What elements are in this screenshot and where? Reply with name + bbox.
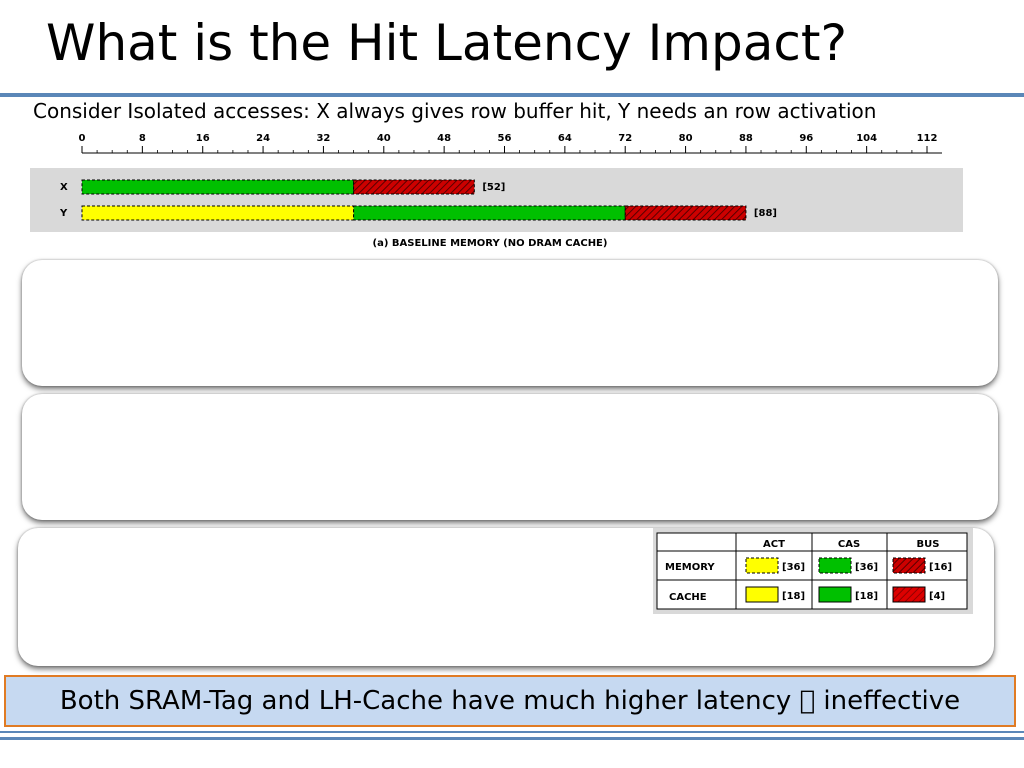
content-panel-1 [22, 260, 998, 386]
legend-swatch-cache-act [745, 586, 779, 603]
conclusion-banner: Both SRAM-Tag and LH-Cache have much hig… [4, 675, 1016, 727]
legend-value-cache-cas: [18] [855, 591, 878, 602]
x-tick-label: 40 [377, 133, 391, 144]
content-panel-2 [22, 394, 998, 520]
legend-header-bus: BUS [917, 539, 940, 550]
footer-divider-1 [0, 731, 1024, 733]
x-axis: 0 8 16 24 32 40 48 56 64 72 80 88 96 104 112 [79, 133, 942, 154]
legend-swatch-memory-bus [892, 557, 926, 574]
bar-x-bus [353, 179, 475, 195]
legend-value-memory-bus: [16] [929, 562, 952, 573]
chart-background [30, 168, 963, 232]
legend-row-cache: CACHE [669, 592, 707, 603]
legend-value-memory-cas: [36] [855, 562, 878, 573]
row-total-y: [88] [754, 208, 777, 219]
legend-header-act: ACT [763, 539, 785, 550]
legend-row-memory: MEMORY [665, 562, 715, 573]
x-tick-label: 112 [917, 133, 938, 144]
bar-y-act [81, 205, 355, 221]
x-tick-label: 32 [316, 133, 330, 144]
legend-table: ACT CAS BUS MEMORY CACHE [36] [36] [16] … [656, 532, 968, 610]
x-tick-label: 88 [739, 133, 753, 144]
x-tick-label: 80 [679, 133, 693, 144]
legend-header-cas: CAS [838, 539, 860, 550]
x-tick-label: 104 [856, 133, 877, 144]
x-tick-label: 8 [139, 133, 146, 144]
x-tick-label: 24 [256, 133, 270, 144]
x-tick-label: 48 [437, 133, 451, 144]
conclusion-text: Both SRAM-Tag and LH-Cache have much hig… [60, 686, 960, 716]
x-tick-label: 16 [196, 133, 210, 144]
row-total-x: [52] [482, 182, 505, 193]
bar-x-cas [81, 179, 355, 195]
chart-caption: (a) BASELINE MEMORY (NO DRAM CACHE) [373, 238, 608, 249]
row-label-x: X [60, 182, 68, 193]
legend-swatch-memory-act [745, 557, 779, 574]
footer-divider-2 [0, 737, 1024, 740]
legend-value-cache-act: [18] [782, 591, 805, 602]
bar-y-cas [353, 205, 626, 221]
x-tick-label: 72 [618, 133, 632, 144]
legend-swatch-cache-cas [818, 586, 852, 603]
x-tick-label: 0 [79, 133, 86, 144]
legend-value-memory-act: [36] [782, 562, 805, 573]
x-tick-label: 64 [558, 133, 572, 144]
row-label-y: Y [59, 208, 68, 219]
legend-value-cache-bus: [4] [929, 591, 945, 602]
legend-swatch-cache-bus [892, 586, 926, 603]
x-tick-label: 96 [799, 133, 813, 144]
legend-swatch-memory-cas [818, 557, 852, 574]
bar-y-bus [624, 205, 747, 221]
x-tick-label: 56 [498, 133, 512, 144]
latency-legend: ACT CAS BUS MEMORY CACHE [36] [36] [16] … [653, 528, 973, 614]
